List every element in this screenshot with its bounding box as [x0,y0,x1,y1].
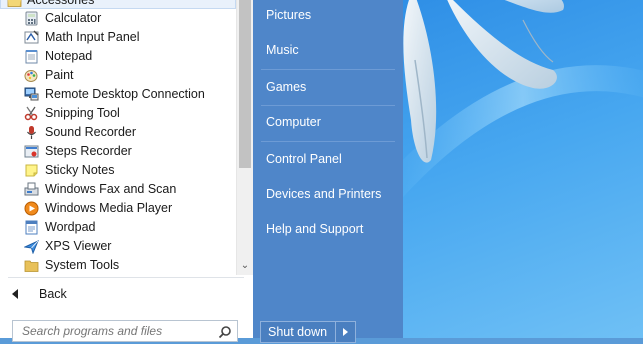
program-steps-recorder[interactable]: Steps Recorder [0,142,236,161]
program-sticky-notes[interactable]: Sticky Notes [0,161,236,180]
scroll-down-button[interactable]: ⌄ [237,258,253,274]
program-remote-desktop-connection[interactable]: Remote Desktop Connection [0,85,236,104]
start-menu-right-pane: Pictures Music Games Computer Control Pa… [253,0,403,343]
divider [261,105,395,106]
program-notepad[interactable]: Notepad [0,47,236,66]
back-arrow-icon [12,289,18,299]
program-label: Remote Desktop Connection [45,87,205,101]
xps-viewer-icon [23,239,39,255]
media-player-icon [24,201,39,216]
program-sound-recorder[interactable]: Sound Recorder [0,123,236,142]
program-label: Wordpad [45,220,96,234]
programs-scrollbar[interactable]: ⌄ [236,0,253,275]
shutdown-label: Shut down [268,325,328,339]
program-label: Windows Media Player [45,201,173,215]
folder-open-icon [7,0,22,8]
search-icon[interactable] [218,325,232,339]
back-label: Back [39,287,67,301]
flower-petals-graphic [403,0,643,198]
program-label: Paint [45,68,74,82]
program-label: Windows Fax and Scan [45,182,177,196]
program-label: Sticky Notes [45,163,115,177]
shutdown-options-arrow-icon[interactable] [343,328,348,336]
programs-pane: Accessories Calculator Math Input Panel … [0,0,254,342]
remote-desktop-icon [24,87,39,102]
program-label: System Tools [45,258,120,272]
paint-icon [24,68,39,83]
program-label: Steps Recorder [45,144,132,158]
program-label: Notepad [45,49,93,63]
folder-icon [24,258,39,273]
folder-accessories[interactable]: Accessories [0,0,236,9]
shutdown-button[interactable]: Shut down [260,321,356,343]
program-snipping-tool[interactable]: Snipping Tool [0,104,236,123]
menu-item-computer[interactable]: Computer [266,115,321,129]
program-label: Snipping Tool [45,106,120,120]
program-label: XPS Viewer [45,239,112,253]
scissors-icon [24,106,39,121]
program-windows-fax-and-scan[interactable]: Windows Fax and Scan [0,180,236,199]
folder-system-tools[interactable]: System Tools [0,256,236,275]
steps-recorder-icon [24,144,39,159]
program-paint[interactable]: Paint [0,66,236,85]
microphone-icon [24,125,39,140]
program-calculator[interactable]: Calculator [0,9,236,28]
wordpad-icon [24,220,39,235]
math-input-icon [24,30,39,45]
divider [8,277,244,278]
back-button[interactable]: Back [0,284,252,306]
search-field[interactable] [12,320,238,342]
menu-item-control-panel[interactable]: Control Panel [266,152,342,166]
programs-list: Accessories Calculator Math Input Panel … [0,0,236,275]
search-input[interactable] [22,323,212,339]
program-label: Sound Recorder [45,125,137,139]
program-math-input-panel[interactable]: Math Input Panel [0,28,236,47]
notepad-icon [24,49,39,64]
program-label: Calculator [45,11,102,25]
program-windows-media-player[interactable]: Windows Media Player [0,199,236,218]
divider [261,69,395,70]
scrollbar-thumb[interactable] [239,0,251,168]
divider [261,141,395,142]
chevron-down-icon: ⌄ [240,260,250,271]
divider [335,322,336,342]
calculator-icon [24,11,39,26]
program-wordpad[interactable]: Wordpad [0,218,236,237]
fax-icon [24,182,39,197]
menu-item-games[interactable]: Games [266,80,306,94]
menu-item-help-and-support[interactable]: Help and Support [266,222,363,236]
sticky-note-icon [24,163,39,178]
menu-item-devices-and-printers[interactable]: Devices and Printers [266,187,381,201]
menu-item-pictures[interactable]: Pictures [266,8,311,22]
desktop-wallpaper [403,0,643,338]
menu-item-music[interactable]: Music [266,43,299,57]
program-label: Math Input Panel [45,30,140,44]
program-xps-viewer[interactable]: XPS Viewer [0,237,236,256]
